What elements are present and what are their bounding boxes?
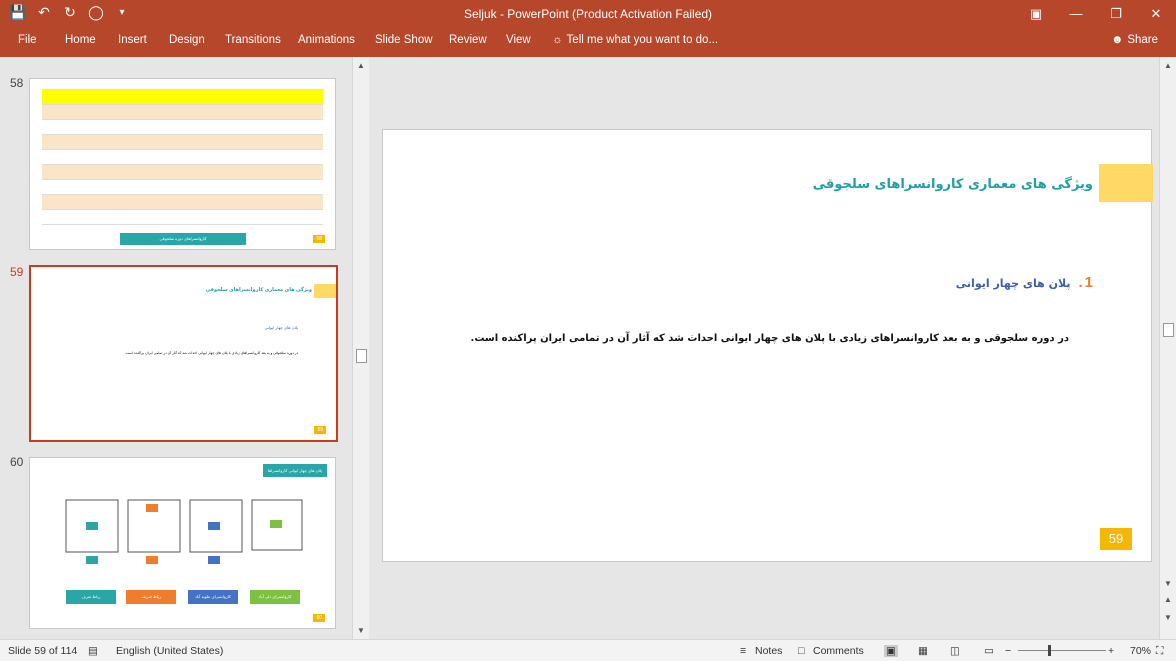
tab-design[interactable]: Design	[169, 34, 205, 46]
thumbnail-label-2: رباط شریف	[126, 590, 176, 604]
scrollbar-thumb[interactable]	[356, 349, 367, 363]
tab-animations[interactable]: Animations	[298, 34, 355, 46]
thumbnail-number: 59	[10, 265, 24, 279]
thumbnail-label-4: کاروانسرای دلی آباد	[250, 590, 300, 604]
tab-review[interactable]: Review	[449, 34, 487, 46]
notes-icon: ≡	[740, 645, 747, 657]
status-bar: Slide 59 of 114 ▤ English (United States…	[0, 639, 1176, 661]
next-slide-icon[interactable]: ▼	[1164, 613, 1172, 622]
tab-home[interactable]: Home	[65, 34, 96, 46]
tab-file[interactable]: File	[18, 34, 37, 46]
current-slide[interactable]: ویژگی های معماری کاروانسراهای سلجوقی 1 .…	[382, 129, 1153, 562]
reading-view-icon[interactable]: ◫	[950, 645, 960, 657]
tell-me-text: Tell me what you want to do...	[566, 34, 719, 46]
scroll-down-icon[interactable]: ▼	[357, 626, 365, 635]
tab-view[interactable]: View	[506, 34, 531, 46]
slide-title[interactable]: ویژگی های معماری کاروانسراهای سلجوقی	[813, 177, 1093, 192]
slide-thumbnail-60[interactable]: پلان های چهار ایوانی کاروانسراها رباط شر…	[29, 457, 336, 629]
previous-slide-icon[interactable]: ▲	[1164, 595, 1172, 604]
comments-button[interactable]: Comments	[813, 645, 864, 657]
list-item-number: 1	[1084, 274, 1093, 291]
thumbnail-table	[42, 89, 323, 225]
window-title: Seljuk - PowerPoint (Product Activation …	[463, 7, 713, 21]
thumbnail-number: 60	[10, 455, 24, 469]
zoom-out-button[interactable]: −	[1005, 645, 1011, 657]
minimize-icon[interactable]: —	[1056, 0, 1096, 29]
normal-view-icon[interactable]: ▣	[884, 645, 898, 657]
title-bar: 💾 ↶ ↻ ◯ ▾ Seljuk - PowerPoint (Product A…	[0, 0, 1176, 29]
zoom-slider[interactable]	[1018, 645, 1106, 656]
tell-me-box[interactable]: ☼ Tell me what you want to do...	[552, 34, 718, 46]
lightbulb-icon: ☼	[552, 34, 563, 46]
floorplan-drawings	[65, 499, 303, 564]
zoom-in-button[interactable]: +	[1108, 645, 1114, 657]
title-accent-bar	[1099, 164, 1153, 202]
thumbnail-title-accent	[314, 284, 336, 298]
ribbon-display-options-icon[interactable]: ▣	[1016, 0, 1056, 29]
thumbnail-badge: 60	[313, 614, 325, 622]
thumbnail-scrollbar[interactable]: ▲ ▼	[352, 57, 369, 639]
slide-thumbnail-59[interactable]: ویژگی های معماری کاروانسراهای سلجوقی پلا…	[29, 265, 338, 442]
thumbnail-body: در دوره سلجوقی و به بعد کاروانسراهای زیا…	[124, 351, 298, 355]
slide-show-icon[interactable]: ▭	[984, 645, 994, 657]
zoom-level[interactable]: 70%	[1130, 645, 1151, 657]
thumbnail-item: پلان های چهار ایوانی	[264, 325, 298, 330]
fit-to-window-icon[interactable]: ⛶	[1156, 645, 1163, 658]
tab-insert[interactable]: Insert	[118, 34, 147, 46]
slide-number-badge: 59	[1100, 528, 1132, 550]
scroll-up-icon[interactable]: ▲	[357, 61, 365, 70]
thumbnail-label-3: کاروانسرای علویه آباد	[188, 590, 238, 604]
slide-scrollbar[interactable]: ▲ ▼ ▲ ▼	[1159, 57, 1176, 639]
scroll-up-icon[interactable]: ▲	[1164, 61, 1172, 70]
list-item-text: پلان های چهار ایوانی	[955, 277, 1071, 290]
tab-slide-show[interactable]: Slide Show	[375, 34, 433, 46]
tab-transitions[interactable]: Transitions	[225, 34, 281, 46]
thumbnail-badge: 59	[314, 426, 326, 434]
share-button[interactable]: ☻ Share	[1111, 34, 1158, 46]
ribbon-tabs: File Home Insert Design Transitions Anim…	[0, 29, 1176, 57]
thumbnail-title: ویژگی های معماری کاروانسراهای سلجوقی	[205, 287, 312, 293]
window-controls: ▣ — ❐ ✕	[1016, 0, 1176, 29]
zoom-slider-thumb[interactable]	[1048, 645, 1051, 656]
notes-button[interactable]: Notes	[755, 645, 782, 657]
restore-icon[interactable]: ❐	[1096, 0, 1136, 29]
thumbnail-floorplans	[62, 494, 304, 584]
slide-list-item[interactable]: 1 . پلان های چهار ایوانی	[956, 274, 1093, 291]
thumbnail-label-1: رباط شرف	[66, 590, 116, 604]
thumbnail-caption-button: کاروانسراهای دوره سلجوقی	[120, 233, 246, 245]
comments-icon: □	[798, 645, 805, 657]
slide-sorter-icon[interactable]: ▦	[918, 645, 928, 657]
slide-counter: Slide 59 of 114	[8, 645, 78, 657]
scrollbar-thumb[interactable]	[1163, 323, 1174, 337]
slide-thumbnail-58[interactable]: کاروانسراهای دوره سلجوقی 58	[29, 78, 336, 250]
scroll-down-icon[interactable]: ▼	[1164, 579, 1172, 588]
thumbnail-header: پلان های چهار ایوانی کاروانسراها	[263, 464, 327, 477]
spell-check-icon[interactable]: ▤	[88, 645, 98, 657]
list-item-dot: .	[1078, 274, 1083, 291]
person-icon: ☻	[1111, 34, 1124, 46]
language-indicator[interactable]: English (United States)	[116, 645, 223, 657]
close-icon[interactable]: ✕	[1136, 0, 1176, 29]
thumbnail-number: 58	[10, 76, 24, 90]
slide-body-text[interactable]: در دوره سلجوقی و به بعد کاروانسراهای زیا…	[471, 333, 1069, 344]
thumbnail-badge: 58	[313, 235, 325, 243]
share-label: Share	[1127, 34, 1158, 46]
